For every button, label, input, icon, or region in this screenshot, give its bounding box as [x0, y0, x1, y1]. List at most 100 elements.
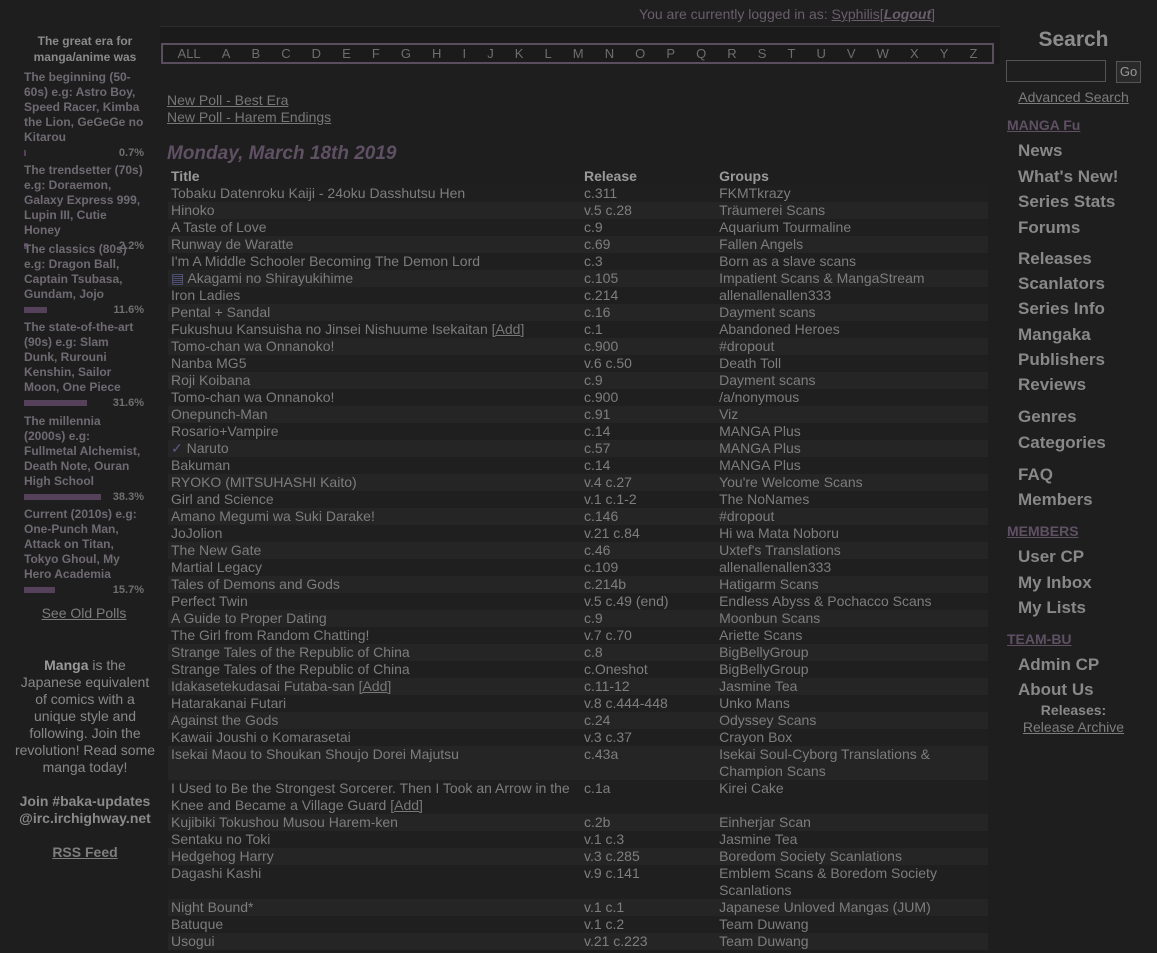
- group-link[interactable]: allenallenallen333: [719, 559, 831, 575]
- group-link[interactable]: You're Welcome Scans: [719, 474, 863, 490]
- group-link[interactable]: allenallenallen333: [719, 287, 831, 303]
- group-link[interactable]: MANGA Plus: [719, 457, 801, 473]
- group-link[interactable]: Jasmine Tea: [719, 678, 797, 694]
- group-link[interactable]: #dropout: [719, 508, 774, 524]
- letter-link-a[interactable]: A: [222, 46, 231, 61]
- poll-link-harem-endings[interactable]: New Poll - Harem Endings: [167, 109, 331, 126]
- series-link[interactable]: I Used to Be the Strongest Sorcerer. The…: [171, 780, 570, 813]
- series-link[interactable]: Iron Ladies: [171, 287, 240, 303]
- letter-link-h[interactable]: H: [432, 46, 441, 61]
- series-link[interactable]: Onepunch-Man: [171, 406, 268, 422]
- group-link[interactable]: MANGA Plus: [719, 423, 801, 439]
- group-link[interactable]: Japanese Unloved Mangas (JUM): [719, 899, 931, 915]
- group-link[interactable]: Hi wa Mata Noboru: [719, 525, 839, 541]
- group-link[interactable]: BigBellyGroup: [719, 661, 809, 677]
- letter-link-j[interactable]: J: [487, 46, 494, 61]
- group-link[interactable]: Endless Abyss & Pochacco Scans: [719, 593, 931, 609]
- letter-link-m[interactable]: M: [573, 46, 584, 61]
- nav-what-s-new[interactable]: What's New!: [1018, 167, 1118, 187]
- series-link[interactable]: Against the Gods: [171, 712, 278, 728]
- series-link[interactable]: RYOKO (MITSUHASHI Kaito): [171, 474, 357, 490]
- poll-link-best-era[interactable]: New Poll - Best Era: [167, 92, 331, 109]
- letter-link-p[interactable]: P: [666, 46, 675, 61]
- nav-reviews[interactable]: Reviews: [1018, 375, 1086, 395]
- group-link[interactable]: /a/nonymous: [719, 389, 799, 405]
- series-link[interactable]: Roji Koibana: [171, 372, 250, 388]
- series-link[interactable]: Girl and Science: [171, 491, 274, 507]
- letter-link-q[interactable]: Q: [696, 46, 706, 61]
- series-link[interactable]: Idakasetekudasai Futaba-san: [171, 678, 355, 694]
- series-link[interactable]: Batuque: [171, 916, 223, 932]
- group-link[interactable]: Träumerei Scans: [719, 202, 825, 218]
- check-icon[interactable]: ✓: [171, 440, 187, 456]
- series-link[interactable]: Pental + Sandal: [171, 304, 270, 320]
- group-link[interactable]: Odyssey Scans: [719, 712, 816, 728]
- group-link[interactable]: Abandoned Heroes: [719, 321, 840, 337]
- letter-link-v[interactable]: V: [847, 46, 856, 61]
- series-link[interactable]: Fukushuu Kansuisha no Jinsei Nishuume Is…: [171, 321, 488, 337]
- series-link[interactable]: Strange Tales of the Republic of China: [171, 644, 410, 660]
- nav-user-cp[interactable]: User CP: [1018, 547, 1084, 567]
- group-link[interactable]: Moonbun Scans: [719, 610, 820, 626]
- letter-link-y[interactable]: Y: [940, 46, 949, 61]
- group-link[interactable]: Ariette Scans: [719, 627, 802, 643]
- letter-link-i[interactable]: I: [463, 46, 467, 61]
- group-link[interactable]: Unko Mans: [719, 695, 790, 711]
- series-link[interactable]: Kujibiki Tokushou Musou Harem-ken: [171, 814, 398, 830]
- section-manga-fu[interactable]: MANGA Fu: [1007, 117, 1080, 133]
- group-link[interactable]: Boredom Society Scanlations: [719, 848, 902, 864]
- letter-link-f[interactable]: F: [372, 46, 380, 61]
- add-series-link[interactable]: [Add]: [390, 797, 423, 813]
- letter-link-d[interactable]: D: [312, 46, 321, 61]
- series-link[interactable]: Tomo-chan wa Onnanoko!: [171, 389, 334, 405]
- group-link[interactable]: BigBellyGroup: [719, 644, 809, 660]
- logout-link[interactable]: Logout: [884, 6, 931, 22]
- group-link[interactable]: Kirei Cake: [719, 780, 784, 796]
- group-link[interactable]: Born as a slave scans: [719, 253, 856, 269]
- group-link[interactable]: Team Duwang: [719, 933, 809, 949]
- advanced-search-link[interactable]: Advanced Search: [1000, 89, 1147, 105]
- series-link[interactable]: Usogui: [171, 933, 215, 949]
- letter-link-n[interactable]: N: [605, 46, 614, 61]
- nav-faq[interactable]: FAQ: [1018, 465, 1053, 485]
- series-link[interactable]: A Taste of Love: [171, 219, 266, 235]
- search-input[interactable]: [1006, 60, 1106, 82]
- letter-link-all[interactable]: ALL: [178, 46, 201, 61]
- nav-mangaka[interactable]: Mangaka: [1018, 325, 1091, 345]
- letter-link-g[interactable]: G: [401, 46, 411, 61]
- series-link[interactable]: Dagashi Kashi: [171, 865, 261, 881]
- group-link[interactable]: Einherjar Scan: [719, 814, 811, 830]
- nav-categories[interactable]: Categories: [1018, 433, 1106, 453]
- rss-feed-label[interactable]: RSS Feed: [52, 844, 117, 860]
- series-link[interactable]: JoJolion: [171, 525, 222, 541]
- letter-link-w[interactable]: W: [877, 46, 889, 61]
- series-link[interactable]: Naruto: [187, 440, 229, 456]
- nav-publishers[interactable]: Publishers: [1018, 350, 1105, 370]
- release-archive-link[interactable]: Release Archive: [1000, 719, 1147, 735]
- series-link[interactable]: Martial Legacy: [171, 559, 262, 575]
- group-link[interactable]: Crayon Box: [719, 729, 792, 745]
- nav-series-stats[interactable]: Series Stats: [1018, 192, 1115, 212]
- group-link[interactable]: Impatient Scans & MangaStream: [719, 270, 924, 286]
- list-icon[interactable]: ▤: [171, 270, 187, 286]
- series-link[interactable]: Rosario+Vampire: [171, 423, 279, 439]
- series-link[interactable]: Tales of Demons and Gods: [171, 576, 340, 592]
- letter-link-x[interactable]: X: [910, 46, 919, 61]
- nav-genres[interactable]: Genres: [1018, 407, 1077, 427]
- group-link[interactable]: Aquarium Tourmaline: [719, 219, 851, 235]
- group-link[interactable]: Uxtef's Translations: [719, 542, 841, 558]
- series-link[interactable]: Amano Megumi wa Suki Darake!: [171, 508, 375, 524]
- nav-my-inbox[interactable]: My Inbox: [1018, 573, 1092, 593]
- nav-admin-cp[interactable]: Admin CP: [1018, 655, 1099, 675]
- nav-releases[interactable]: Releases: [1018, 249, 1092, 269]
- add-series-link[interactable]: [Add]: [359, 678, 392, 694]
- series-link[interactable]: Perfect Twin: [171, 593, 248, 609]
- series-link[interactable]: Sentaku no Toki: [171, 831, 270, 847]
- nav-series-info[interactable]: Series Info: [1018, 299, 1105, 319]
- series-link[interactable]: Akagami no Shirayukihime: [187, 270, 353, 286]
- section-team-bu[interactable]: TEAM-BU: [1007, 631, 1072, 647]
- series-link[interactable]: Nanba MG5: [171, 355, 246, 371]
- nav-news[interactable]: News: [1018, 141, 1062, 161]
- series-link[interactable]: Hinoko: [171, 202, 215, 218]
- group-link[interactable]: The NoNames: [719, 491, 809, 507]
